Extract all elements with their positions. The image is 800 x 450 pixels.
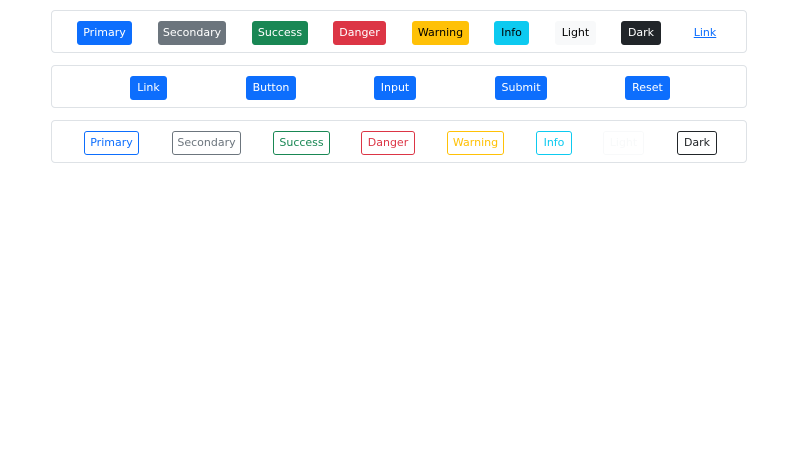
dark-button[interactable]: Dark bbox=[621, 21, 661, 45]
success-button[interactable]: Success bbox=[252, 21, 308, 45]
button-types-panel: Link Button Input Submit Reset bbox=[51, 65, 747, 108]
outline-info-button[interactable]: Info bbox=[536, 131, 572, 155]
solid-buttons-panel: Primary Secondary Success Danger Warning… bbox=[51, 10, 747, 53]
reset-button[interactable]: Reset bbox=[625, 76, 670, 100]
button-type-button[interactable]: Button bbox=[246, 76, 296, 100]
light-button[interactable]: Light bbox=[555, 21, 596, 45]
outline-danger-button[interactable]: Danger bbox=[361, 131, 415, 155]
secondary-button[interactable]: Secondary bbox=[158, 21, 226, 45]
outline-light-button[interactable]: Light bbox=[603, 131, 644, 155]
input-type-button[interactable]: Input bbox=[374, 76, 416, 100]
info-button[interactable]: Info bbox=[494, 21, 529, 45]
link-type-button[interactable]: Link bbox=[130, 76, 167, 100]
link-button[interactable]: Link bbox=[687, 21, 723, 45]
submit-button[interactable]: Submit bbox=[495, 76, 547, 100]
danger-button[interactable]: Danger bbox=[333, 21, 386, 45]
outline-secondary-button[interactable]: Secondary bbox=[172, 131, 241, 155]
primary-button[interactable]: Primary bbox=[77, 21, 132, 45]
outline-primary-button[interactable]: Primary bbox=[84, 131, 139, 155]
warning-button[interactable]: Warning bbox=[412, 21, 469, 45]
outline-buttons-panel: Primary Secondary Success Danger Warning… bbox=[51, 120, 747, 163]
outline-warning-button[interactable]: Warning bbox=[447, 131, 504, 155]
outline-dark-button[interactable]: Dark bbox=[677, 131, 717, 155]
outline-success-button[interactable]: Success bbox=[273, 131, 330, 155]
